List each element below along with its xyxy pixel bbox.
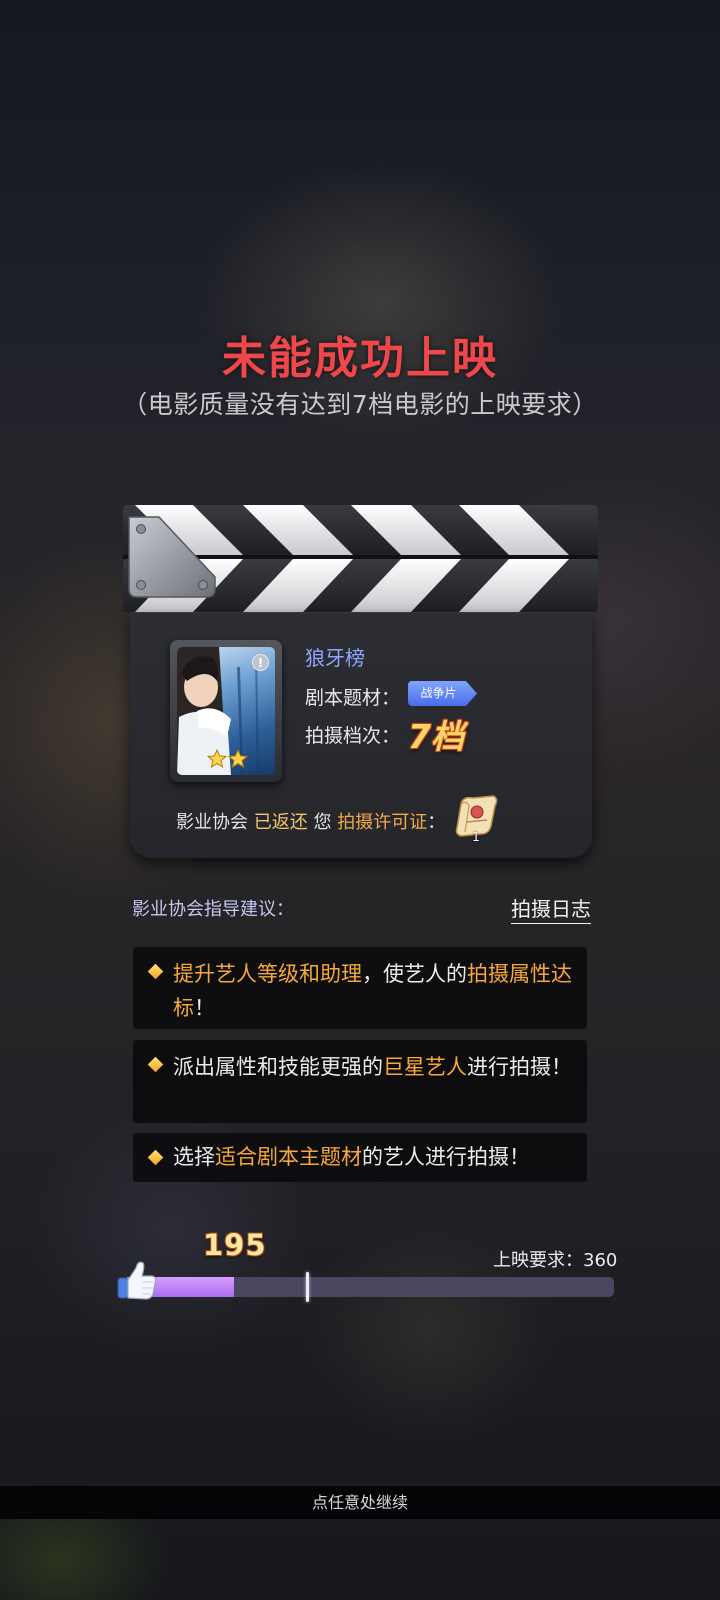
release-requirement: 上映要求：360: [493, 1250, 618, 1271]
advice-tip: 派出属性和技能更强的巨星艺人进行拍摄！: [133, 1040, 587, 1123]
progress-marker: [306, 1272, 310, 1302]
shooting-log-link[interactable]: 拍摄日志: [511, 893, 591, 924]
star-icon: [207, 749, 227, 769]
tip-highlight: 提升艺人等级和助理: [173, 962, 362, 986]
tier-label: 拍摄档次：: [305, 725, 401, 747]
permit-name: 拍摄许可证: [337, 812, 428, 833]
diamond-bullet-icon: [147, 963, 164, 980]
result-subtitle: （电影质量没有达到7档电影的上映要求）: [122, 390, 598, 419]
permit-count: 1: [472, 830, 480, 844]
permit-return-text: 影业协会 已返还 您 拍摄许可证：: [176, 808, 445, 834]
return-prefix: 影业协会: [176, 812, 248, 833]
diamond-bullet-icon: [147, 1056, 164, 1073]
tier-value: 7档: [408, 717, 464, 756]
advice-tip: 选择适合剧本主题材的艺人进行拍摄！: [133, 1133, 587, 1182]
return-status: 已返还: [253, 812, 308, 833]
thumbs-up-icon: [117, 1261, 157, 1300]
star-rating: [207, 749, 248, 769]
tip-highlight: 巨星艺人: [383, 1055, 467, 1079]
genre-tag: 战争片: [408, 681, 477, 706]
diamond-bullet-icon: [147, 1149, 164, 1166]
movie-title: 狼牙榜: [305, 646, 365, 670]
return-colon: ：: [427, 812, 446, 833]
tip-highlight: 适合剧本主题材: [215, 1145, 362, 1169]
advice-tip: 提升艺人等级和助理，使艺人的拍摄属性达标！: [133, 947, 587, 1029]
result-title: 未能成功上映: [222, 333, 498, 384]
quality-score: 195: [203, 1228, 267, 1262]
movie-poster: !: [177, 647, 275, 775]
advice-title: 影业协会指导建议：: [132, 899, 294, 920]
quality-progress-bar: [124, 1277, 614, 1297]
star-icon: [228, 749, 248, 769]
clapperboard-icon: [123, 505, 598, 612]
return-you: 您: [313, 812, 332, 833]
genre-label: 剧本题材：: [305, 687, 401, 709]
movie-poster-frame[interactable]: !: [170, 640, 282, 782]
info-icon[interactable]: !: [252, 654, 269, 671]
continue-prompt[interactable]: 点任意处继续: [0, 1486, 720, 1519]
